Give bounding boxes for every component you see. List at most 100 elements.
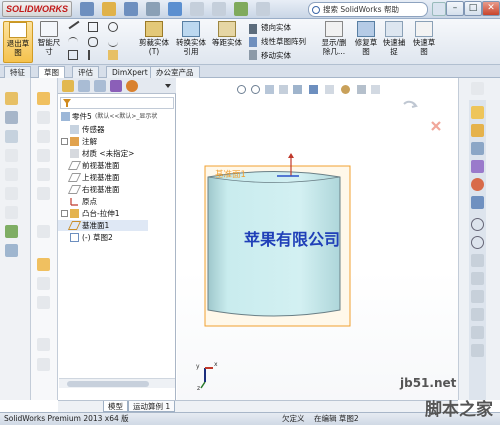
axis-icon[interactable] xyxy=(37,277,50,290)
tab-motion-study[interactable]: 运动算例 1 xyxy=(128,401,176,412)
point-icon[interactable] xyxy=(88,50,98,60)
feature-icon[interactable] xyxy=(37,92,50,105)
new-document-icon[interactable] xyxy=(80,2,94,16)
repair-sketch-button[interactable]: 修复草图 xyxy=(352,21,380,63)
tab-dimxpert[interactable]: DimXpert xyxy=(106,66,154,78)
solidworks-logo[interactable]: SOLIDWORKS xyxy=(2,1,72,17)
arc-icon[interactable] xyxy=(68,37,78,47)
annotations-icon xyxy=(70,137,79,146)
circle-icon[interactable] xyxy=(108,22,118,32)
polygon-icon[interactable] xyxy=(88,37,98,47)
minimize-button[interactable]: – xyxy=(446,1,464,16)
tree-root[interactable]: 零件5 (默认<<默认>_显示状 xyxy=(58,111,176,122)
rapid-sketch-button[interactable]: 快速草图 xyxy=(410,21,438,63)
roll-tool-icon[interactable] xyxy=(471,290,484,303)
expand-arrow-icon[interactable] xyxy=(164,82,172,90)
line-tool-icon[interactable] xyxy=(5,111,18,124)
sketch-tool-icon[interactable] xyxy=(5,92,18,105)
convert-entities-label: 转换实体引用 xyxy=(176,38,206,56)
line-icon[interactable] xyxy=(68,20,80,30)
configuration-tab-icon[interactable] xyxy=(94,80,106,92)
close-button[interactable]: ✕ xyxy=(482,1,500,16)
spline-icon[interactable] xyxy=(108,37,118,47)
search-input[interactable]: 搜索 SolidWorks 帮助 xyxy=(308,2,428,17)
quick-snaps-button[interactable]: 快速捕捉 xyxy=(382,21,406,63)
part-icon xyxy=(61,112,70,121)
spline-tool-icon[interactable] xyxy=(5,168,18,181)
move-entities-label[interactable]: 移动实体 xyxy=(261,51,291,61)
save-icon[interactable] xyxy=(124,2,138,16)
design-library-icon[interactable] xyxy=(471,124,484,137)
extrude-icon[interactable] xyxy=(37,111,50,124)
tab-office-products[interactable]: 办公室产品 xyxy=(150,66,200,78)
instant3d-icon[interactable] xyxy=(37,358,50,371)
circle-tool-icon[interactable] xyxy=(5,130,18,143)
normal-to-icon[interactable] xyxy=(471,308,484,321)
slot-icon[interactable] xyxy=(68,50,78,60)
mirror-entities-label[interactable]: 镜向实体 xyxy=(261,23,291,33)
rectangle-icon[interactable] xyxy=(88,22,98,32)
zoom-tool-icon[interactable] xyxy=(471,236,484,249)
sketch-text[interactable]: 苹果有限公司 xyxy=(244,226,340,250)
task-pane-arrow-icon[interactable] xyxy=(471,82,484,95)
trim-entities-button[interactable]: 剪裁实体(T) xyxy=(138,21,170,63)
view-palette-icon[interactable] xyxy=(471,160,484,173)
ellipse-tool-icon[interactable] xyxy=(5,187,18,200)
cut-icon[interactable] xyxy=(37,187,50,200)
scrollbar-thumb[interactable] xyxy=(67,381,149,387)
linear-pattern-label[interactable]: 线性草图阵列 xyxy=(261,37,306,47)
file-properties-icon[interactable] xyxy=(234,2,248,16)
file-explorer-icon[interactable] xyxy=(471,142,484,155)
rebuild-icon[interactable] xyxy=(212,2,226,16)
expand-plus-icon[interactable] xyxy=(61,138,68,145)
maximize-button[interactable]: □ xyxy=(464,1,482,16)
plane-icon[interactable] xyxy=(37,258,50,271)
convert-entities-button[interactable]: 转换实体引用 xyxy=(174,21,208,63)
relation-tool-icon[interactable] xyxy=(5,225,18,238)
select-icon[interactable] xyxy=(190,2,204,16)
rotate-tool-icon[interactable] xyxy=(471,254,484,267)
revolve-icon[interactable] xyxy=(37,130,50,143)
dimxpert-tab-icon[interactable] xyxy=(110,80,122,92)
pattern-icon[interactable] xyxy=(37,225,50,238)
text-icon[interactable] xyxy=(108,50,118,60)
tree-filter[interactable] xyxy=(60,97,174,109)
offset-entities-button[interactable]: 等距实体 xyxy=(212,21,242,63)
appearances-icon[interactable] xyxy=(471,178,484,191)
undo-icon[interactable] xyxy=(168,2,182,16)
search-tool-icon[interactable] xyxy=(471,218,484,231)
sweep-icon[interactable] xyxy=(37,149,50,162)
custom-properties-icon[interactable] xyxy=(471,196,484,209)
open-icon[interactable] xyxy=(102,2,116,16)
arc-tool-icon[interactable] xyxy=(5,149,18,162)
resources-icon[interactable] xyxy=(471,106,484,119)
expand-plus-icon[interactable] xyxy=(61,210,68,217)
tab-model[interactable]: 模型 xyxy=(103,401,128,412)
options-icon[interactable] xyxy=(256,2,270,16)
command-tabs: 特征 草图 评估 DimXpert 办公室产品 xyxy=(0,65,500,79)
display-tab-icon[interactable] xyxy=(126,80,138,92)
horizontal-scrollbar[interactable] xyxy=(59,378,175,388)
exit-sketch-button[interactable]: 退出草图 xyxy=(3,21,33,63)
help-icon[interactable] xyxy=(432,2,446,16)
fillet-tool-icon[interactable] xyxy=(5,206,18,219)
pan-tool-icon[interactable] xyxy=(471,272,484,285)
smart-dimension-button[interactable]: 智能尺寸 xyxy=(36,21,62,63)
tab-evaluate[interactable]: 评估 xyxy=(72,66,99,78)
point-ref-icon[interactable] xyxy=(37,296,50,309)
display-relations-button[interactable]: 显示/删除几... xyxy=(318,21,350,63)
tab-features[interactable]: 特征 xyxy=(4,66,31,78)
command-manager: 退出草图 智能尺寸 剪裁实体(T) 转换实体引用 等距实体 镜向实体 线性草图阵… xyxy=(0,19,500,65)
plane-label[interactable]: 基准面1 xyxy=(215,168,246,180)
loft-icon[interactable] xyxy=(37,168,50,181)
grid-tool-icon[interactable] xyxy=(5,244,18,257)
graphics-area[interactable]: 基准面1 苹果有限公司 x y z xyxy=(177,78,458,400)
standard-views-icon[interactable] xyxy=(471,326,484,339)
curve-icon[interactable] xyxy=(37,338,50,351)
property-manager-tab-icon[interactable] xyxy=(78,80,90,92)
filter-icon xyxy=(63,99,71,107)
tree-item-plane1[interactable]: 基准面1 xyxy=(58,220,148,231)
feature-tree-tab-icon[interactable] xyxy=(62,80,74,92)
measure-icon[interactable] xyxy=(471,344,484,357)
print-icon[interactable] xyxy=(146,2,160,16)
